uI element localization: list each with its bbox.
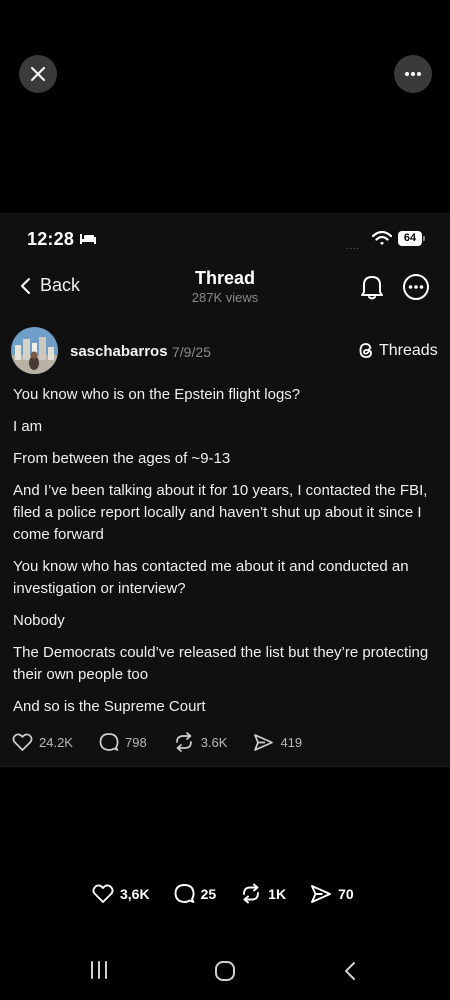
threads-source-badge: Threads: [357, 341, 438, 360]
viewer-comment-count: 25: [200, 885, 217, 902]
reply-count: 798: [124, 734, 147, 750]
post-body: You know who is on the Epstein flight lo…: [13, 384, 438, 728]
wifi-icon: [372, 231, 392, 245]
viewer-comment-button[interactable]: 25: [174, 883, 217, 904]
share-button[interactable]: 419: [253, 733, 302, 752]
system-back-icon[interactable]: [343, 961, 357, 981]
post-actions: 24.2K 798 3.6K 419: [12, 731, 328, 753]
more-circle-icon[interactable]: [402, 273, 430, 301]
recent-apps-icon[interactable]: [89, 961, 109, 979]
heart-icon: [92, 883, 114, 903]
heart-icon: [12, 733, 33, 751]
close-icon: [31, 67, 45, 81]
post-date: 7/9/25: [172, 344, 211, 360]
home-icon[interactable]: [214, 960, 236, 982]
comment-icon: [174, 884, 195, 903]
system-navigation-bar: [0, 958, 450, 984]
viewer-like-count: 3,6K: [120, 885, 150, 902]
like-button[interactable]: 24.2K: [12, 733, 73, 752]
share-count: 419: [280, 734, 303, 750]
battery-indicator: 64: [398, 231, 422, 246]
thread-header: Back Thread 287K views: [0, 264, 450, 314]
threads-logo-icon: [359, 343, 372, 358]
like-count: 24.2K: [39, 734, 73, 750]
repost-button[interactable]: 3.6K: [173, 732, 228, 752]
viewer-like-button[interactable]: 3,6K: [92, 883, 150, 904]
viewer-share-button[interactable]: 70: [310, 884, 354, 904]
send-icon: [311, 884, 332, 903]
viewer-repost-button[interactable]: 1K: [240, 883, 286, 904]
bell-icon[interactable]: [359, 273, 385, 301]
repost-icon: [243, 883, 260, 904]
more-options-button[interactable]: [394, 55, 432, 93]
send-icon: [254, 733, 274, 751]
sleep-mode-icon: [80, 234, 96, 244]
post-paragraph: I am: [13, 418, 43, 435]
viewer-reactions-bar: 3,6K 25 1K 70: [92, 883, 378, 904]
more-horizontal-icon: [405, 72, 421, 76]
status-bar: 12:28 .... 64: [0, 228, 450, 252]
close-button[interactable]: [19, 55, 57, 93]
repost-count: 3.6K: [200, 734, 228, 750]
status-time: 12:28: [27, 229, 75, 249]
username[interactable]: saschabarros: [70, 343, 168, 360]
post-paragraph: And I’ve been talking about it for 10 ye…: [13, 482, 428, 543]
embedded-screenshot: 12:28 .... 64 Back Thread 287K views sas…: [0, 213, 450, 766]
viewer-repost-count: 1K: [268, 885, 287, 902]
threads-label: Threads: [379, 341, 438, 359]
avatar-image: [11, 327, 58, 374]
avatar[interactable]: [11, 327, 58, 374]
repost-icon: [175, 732, 192, 752]
post-paragraph: From between the ages of ~9-13: [13, 450, 231, 467]
battery-tip: [423, 236, 425, 241]
post-paragraph: And so is the Supreme Court: [13, 698, 206, 715]
post-header: saschabarros 7/9/25 Threads: [0, 327, 450, 377]
cellular-signal: ....: [346, 241, 361, 251]
viewer-share-count: 70: [338, 885, 354, 902]
reply-button[interactable]: 798: [99, 732, 147, 752]
post-paragraph: Nobody: [13, 612, 65, 629]
comment-icon: [99, 733, 119, 751]
divider: [0, 766, 450, 767]
post-paragraph: You know who is on the Epstein flight lo…: [13, 386, 301, 403]
post-paragraph: You know who has contacted me about it a…: [13, 558, 409, 597]
post-paragraph: The Democrats could’ve released the list…: [13, 644, 429, 683]
